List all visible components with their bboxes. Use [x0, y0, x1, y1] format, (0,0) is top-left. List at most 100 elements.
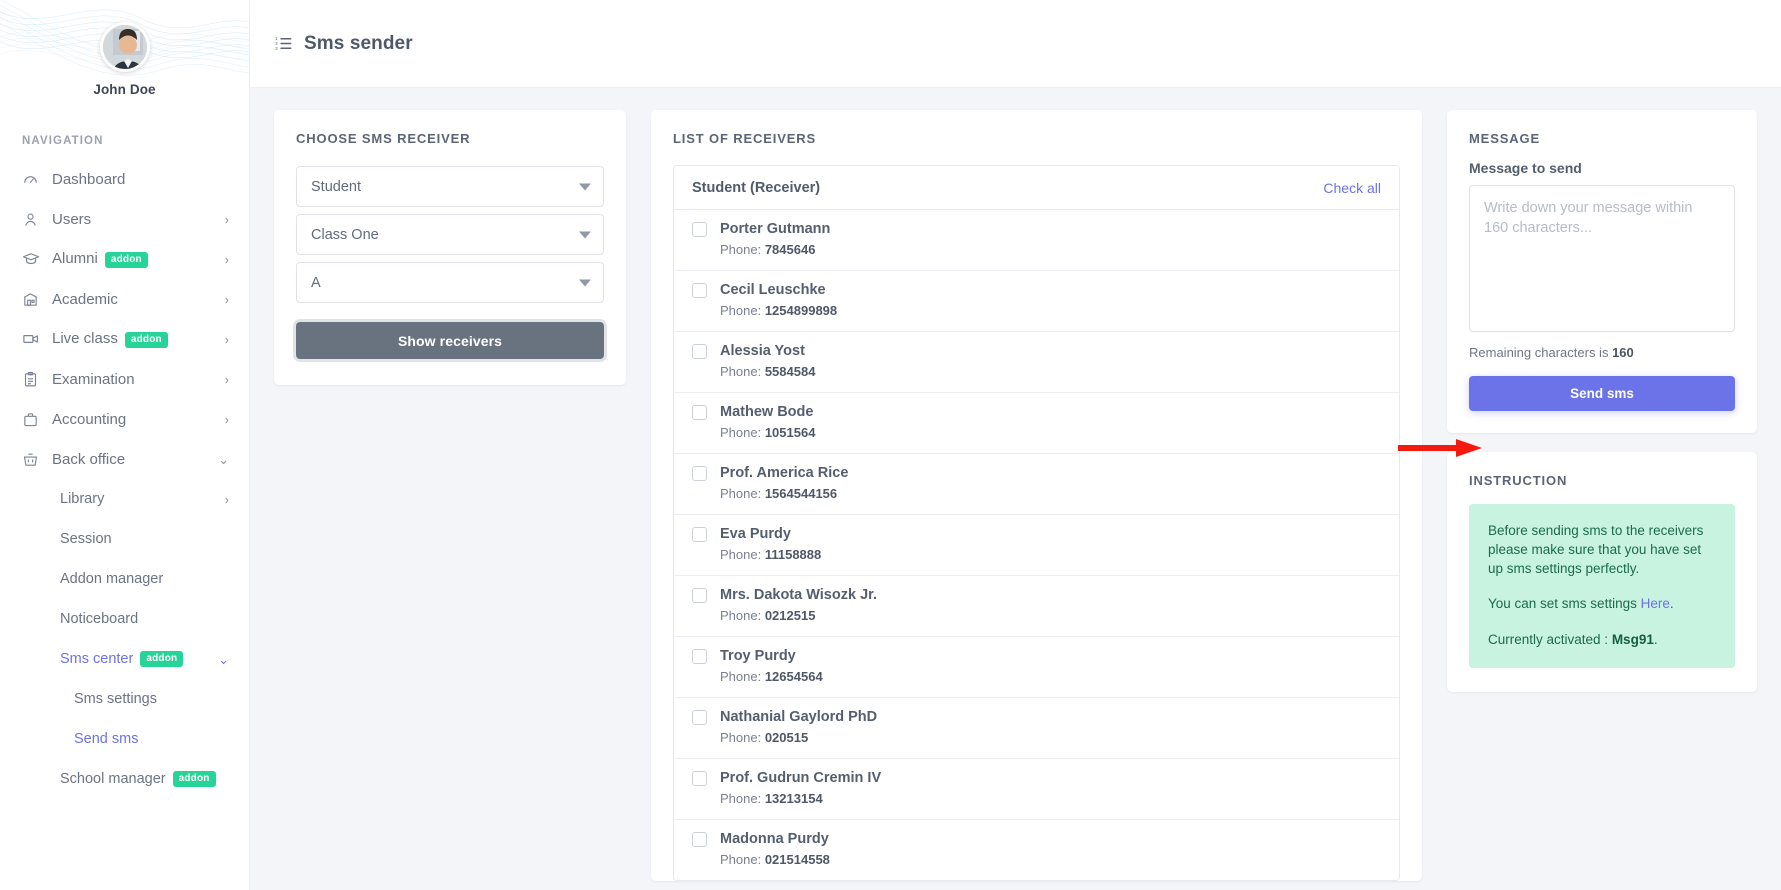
remaining-prefix: Remaining characters is — [1469, 345, 1608, 360]
sidebar-item-library[interactable]: Library › — [0, 479, 249, 519]
sidebar-item-users[interactable]: Users › — [0, 199, 249, 239]
sms-settings-link[interactable]: Here — [1641, 596, 1670, 611]
receiver-phone: Phone: 13213154 — [720, 791, 1381, 806]
sidebar-item-alumni[interactable]: Alumniaddon › — [0, 239, 249, 279]
receiver-row-top: Cecil Leuschke — [692, 282, 1381, 298]
section-select[interactable]: A — [296, 262, 604, 303]
sidebar-item-examination[interactable]: Examination › — [0, 359, 249, 399]
receiver-checkbox[interactable] — [692, 527, 707, 542]
receiver-name: Prof. America Rice — [720, 465, 848, 481]
receiver-phone-value: 5584584 — [765, 364, 816, 379]
sidebar-item-sms-settings[interactable]: Sms settings — [0, 679, 249, 719]
receiver-checkbox[interactable] — [692, 771, 707, 786]
table-row[interactable]: Alessia Yost Phone: 5584584 — [674, 332, 1399, 393]
sidebar-item-dashboard[interactable]: Dashboard — [0, 159, 249, 199]
page-title: Sms sender — [304, 33, 413, 55]
table-row[interactable]: Cecil Leuschke Phone: 1254899898 — [674, 271, 1399, 332]
sidebar-item-label: Back office — [52, 451, 212, 468]
table-row[interactable]: Mathew BodePhone: 1051564 — [674, 393, 1399, 454]
receiver-name: Mrs. Dakota Wisozk Jr. — [720, 587, 877, 603]
school-building-icon — [22, 291, 52, 308]
receiver-phone: Phone: 1254899898 — [720, 303, 1381, 318]
receiver-phone-label: Phone: — [720, 730, 761, 745]
sidebar-item-label: Accounting — [52, 411, 219, 428]
receiver-phone-value: 11158888 — [765, 547, 821, 562]
sidebar-item-back-office[interactable]: Back office ⌄ — [0, 439, 249, 479]
sidebar-item-label: Examination — [52, 371, 219, 388]
chevron-down-icon — [579, 183, 591, 190]
receiver-checkbox[interactable] — [692, 405, 707, 420]
receivers-card: LIST OF RECEIVERS Student (Receiver) Che… — [651, 110, 1422, 881]
receiver-checkbox[interactable] — [692, 710, 707, 725]
show-receivers-button[interactable]: Show receivers — [296, 322, 604, 359]
table-row[interactable]: Eva PurdyPhone: 11158888 — [674, 515, 1399, 576]
sidebar-item-send-sms[interactable]: Send sms — [0, 719, 249, 759]
instruction-card: INSTRUCTION Before sending sms to the re… — [1447, 452, 1757, 692]
sidebar-item-label: Dashboard — [52, 171, 223, 188]
receiver-checkbox[interactable] — [692, 466, 707, 481]
receiver-phone-label: Phone: — [720, 364, 761, 379]
sidebar-item-school-manager[interactable]: School manageraddon — [0, 759, 249, 799]
sidebar-item-addon-manager[interactable]: Addon manager — [0, 559, 249, 599]
avatar[interactable] — [100, 22, 150, 72]
receiver-phone-label: Phone: — [720, 303, 761, 318]
receiver-phone-label: Phone: — [720, 486, 761, 501]
table-row[interactable]: Prof. America RicePhone: 1564544156 — [674, 454, 1399, 515]
receiver-checkbox[interactable] — [692, 588, 707, 603]
sidebar-item-live-class[interactable]: Live classaddon › — [0, 319, 249, 359]
briefcase-icon — [22, 411, 52, 428]
table-row[interactable]: Madonna Purdy Phone: 021514558 — [674, 820, 1399, 880]
receivers-column-header: Student (Receiver) — [692, 180, 820, 196]
sidebar-item-label: Send sms — [74, 731, 229, 747]
receiver-phone: Phone: 021514558 — [720, 852, 1381, 867]
sidebar-item-label: Sms centeraddon — [60, 651, 212, 667]
sidebar-item-session[interactable]: Session — [0, 519, 249, 559]
table-row[interactable]: Mrs. Dakota Wisozk Jr.Phone: 0212515 — [674, 576, 1399, 637]
sidebar-item-academic[interactable]: Academic › — [0, 279, 249, 319]
sidebar-item-label: Live classaddon — [52, 330, 219, 347]
receiver-checkbox[interactable] — [692, 649, 707, 664]
receiver-name: Madonna Purdy — [720, 831, 829, 847]
sidebar-profile: John Doe — [0, 0, 249, 97]
receiver-phone: Phone: 020515 — [720, 730, 1381, 745]
table-row[interactable]: Prof. Gudrun Cremin IVPhone: 13213154 — [674, 759, 1399, 820]
receiver-checkbox[interactable] — [692, 283, 707, 298]
choose-receiver-title: CHOOSE SMS RECEIVER — [274, 110, 626, 146]
receiver-checkbox[interactable] — [692, 222, 707, 237]
receiver-phone-label: Phone: — [720, 547, 761, 562]
receiver-phone-value: 0212515 — [765, 608, 816, 623]
chevron-right-icon: › — [225, 493, 229, 506]
send-sms-button[interactable]: Send sms — [1469, 376, 1735, 411]
table-row[interactable]: Nathanial Gaylord PhD Phone: 020515 — [674, 698, 1399, 759]
receivers-table: Student (Receiver) Check all Porter Gutm… — [673, 165, 1400, 881]
table-row[interactable]: Troy Purdy Phone: 12654564 — [674, 637, 1399, 698]
app-root: John Doe NAVIGATION Dashboard — [0, 0, 1781, 890]
class-select[interactable]: Class One — [296, 214, 604, 255]
check-all-link[interactable]: Check all — [1323, 180, 1381, 196]
receivers-body: Student (Receiver) Check all Porter Gutm… — [651, 146, 1422, 881]
sidebar-item-noticeboard[interactable]: Noticeboard — [0, 599, 249, 639]
chevron-right-icon: › — [225, 333, 229, 346]
message-input[interactable] — [1469, 185, 1735, 332]
right-column: MESSAGE Message to send Remaining charac… — [1447, 110, 1757, 692]
sidebar-item-label: Addon manager — [60, 571, 229, 587]
receiver-row-top: Madonna Purdy — [692, 831, 1381, 847]
instruction-body: Before sending sms to the receivers plea… — [1447, 488, 1757, 692]
clipboard-icon — [22, 371, 52, 388]
receiver-row-top: Alessia Yost — [692, 343, 1381, 359]
receiver-row-top: Nathanial Gaylord PhD — [692, 709, 1381, 725]
basket-icon — [22, 451, 52, 468]
receiver-row-top: Troy Purdy — [692, 648, 1381, 664]
receiver-checkbox[interactable] — [692, 832, 707, 847]
sidebar-item-accounting[interactable]: Accounting › — [0, 399, 249, 439]
receiver-checkbox[interactable] — [692, 344, 707, 359]
sidebar-item-sms-center[interactable]: Sms centeraddon ⌄ — [0, 639, 249, 679]
receiver-type-select[interactable]: Student — [296, 166, 604, 207]
table-row[interactable]: Porter GutmannPhone: 7845646 — [674, 210, 1399, 271]
main-content: 1 2 3 Sms sender CHOOSE SMS RECEIVER Stu… — [250, 0, 1781, 890]
user-avatar-photo — [103, 25, 150, 72]
chevron-down-icon — [579, 231, 591, 238]
receivers-title: LIST OF RECEIVERS — [651, 110, 1422, 146]
receiver-phone: Phone: 12654564 — [720, 669, 1381, 684]
receivers-row-container: Porter GutmannPhone: 7845646Cecil Leusch… — [674, 210, 1399, 880]
